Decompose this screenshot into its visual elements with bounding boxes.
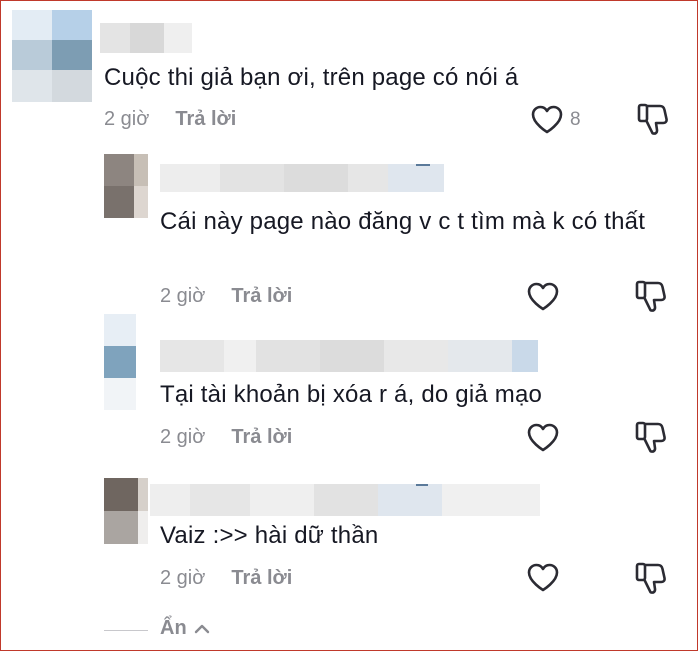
avatar[interactable] (12, 10, 92, 102)
comment-meta: 2 giờ Trả lời (160, 567, 292, 590)
like-count: 8 (570, 109, 581, 130)
comment-text: Cuộc thi giả bạn ơi, trên page có nói á (104, 64, 519, 91)
heart-outline-icon[interactable] (526, 562, 560, 594)
reply-button[interactable]: Trả lời (231, 426, 292, 448)
username[interactable] (100, 23, 192, 53)
reply-button[interactable]: Trả lời (231, 567, 292, 589)
avatar[interactable] (104, 478, 148, 544)
username[interactable] (160, 164, 444, 192)
thumbs-down-icon[interactable] (634, 278, 668, 314)
thumbs-down-icon[interactable] (634, 560, 668, 596)
comment-time: 2 giờ (160, 285, 206, 307)
comment-meta: 2 giờ Trả lời (160, 285, 292, 308)
comment-meta: 2 giờ Trả lời (160, 426, 292, 449)
heart-outline-icon[interactable] (526, 422, 560, 454)
comment-time: 2 giờ (104, 108, 150, 130)
hide-replies-label: Ẩn (160, 617, 210, 640)
comment-text: Vaiz :>> hài dữ thần (160, 522, 379, 549)
avatar[interactable] (104, 154, 148, 218)
thumbs-down-icon[interactable] (634, 419, 668, 455)
comment-time: 2 giờ (160, 426, 206, 448)
heart-outline-icon[interactable] (526, 281, 560, 313)
comment-text: Tại tài khoản bị xóa r á, do giả mạo (160, 381, 543, 408)
username[interactable] (150, 484, 540, 516)
thumbs-down-icon[interactable] (636, 101, 670, 137)
comment-time: 2 giờ (160, 567, 206, 589)
divider (104, 630, 148, 631)
reply-button[interactable]: Trả lời (231, 285, 292, 307)
chevron-up-icon (195, 624, 210, 633)
comment-meta: 2 giờ Trả lời (104, 108, 236, 131)
avatar[interactable] (104, 314, 136, 410)
heart-outline-icon[interactable] (530, 104, 564, 136)
reply-button[interactable]: Trả lời (175, 108, 236, 130)
username[interactable] (160, 340, 538, 372)
comment-text: Cái này page nào đăng v c t tìm mà k có … (160, 208, 646, 235)
